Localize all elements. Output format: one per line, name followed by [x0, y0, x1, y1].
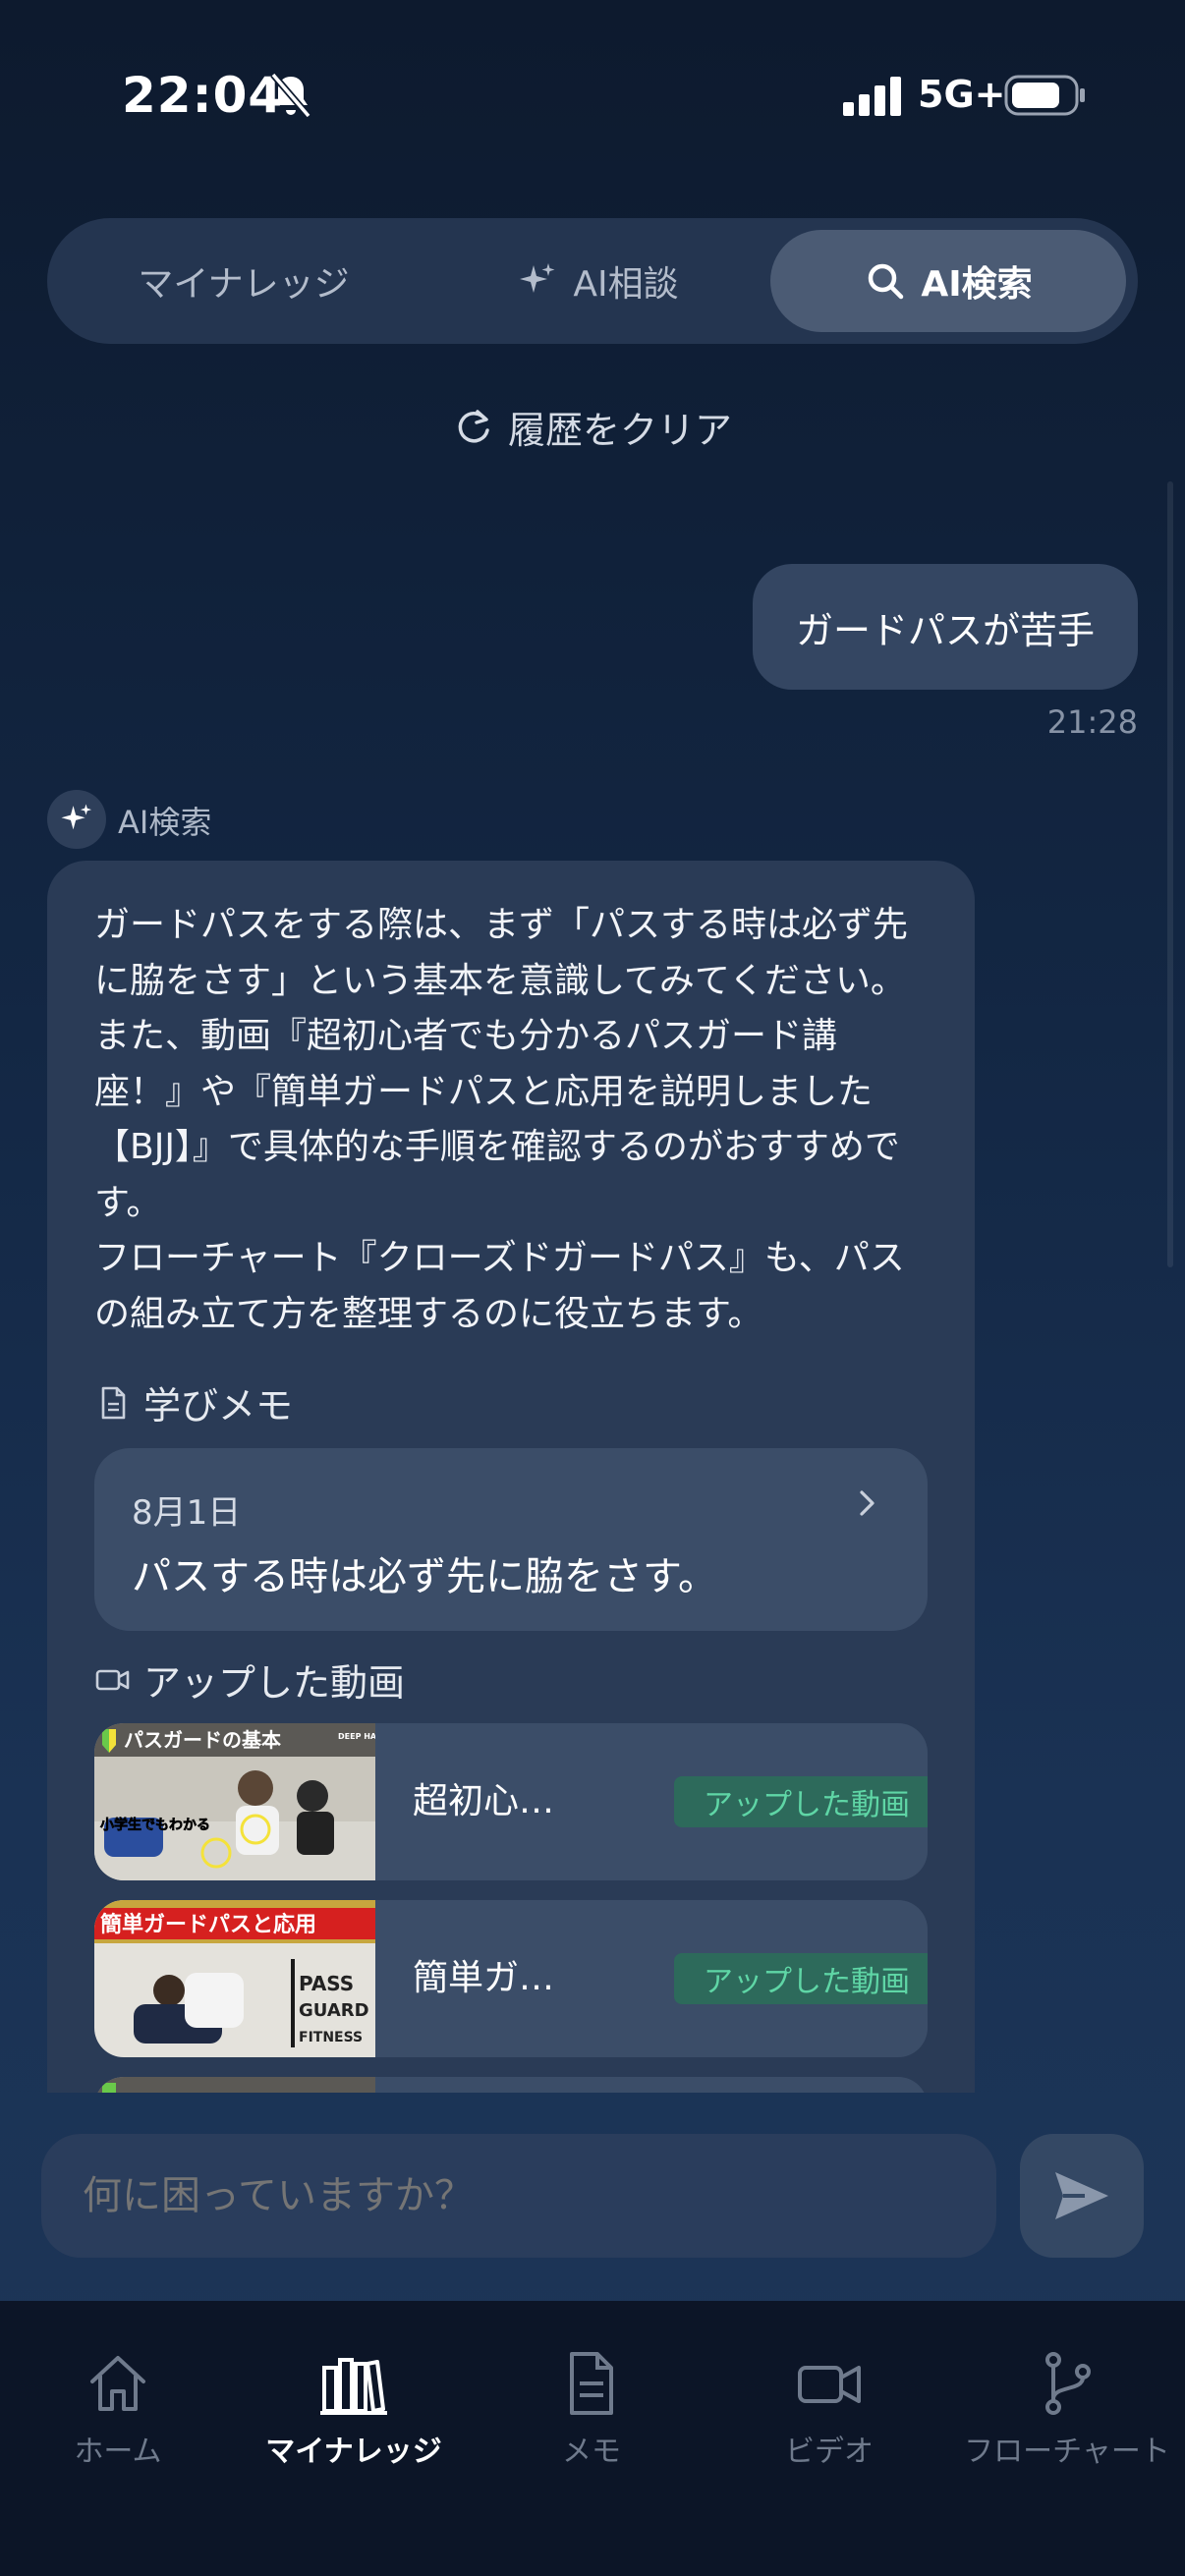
nav-item-flowchart[interactable]: フローチャート [949, 2348, 1185, 2470]
sparkle-icon [520, 263, 555, 293]
nav-item-my-knowledge[interactable]: マイナレッジ [236, 2348, 472, 2470]
tab-my-knowledge[interactable]: マイナレッジ [67, 230, 421, 332]
battery-icon [1004, 75, 1085, 116]
thumb-logo: DEEP HALF CLUB [338, 1732, 375, 1741]
video-icon [798, 2366, 861, 2403]
sparkle-icon [61, 804, 92, 830]
nav-label: マイナレッジ [265, 2435, 442, 2469]
ai-message-text: ガードパスをする際は、まず「パスする時は必ず先 に脇をさす」という基本を意識して… [94, 905, 909, 1334]
video-icon [95, 1669, 130, 1690]
clear-history-label: 履歴をクリア [507, 408, 732, 452]
tab-ai-search[interactable]: AI検索 [770, 230, 1126, 332]
question-input[interactable] [41, 2134, 996, 2258]
video-thumbnail: パスガードの基本 DEEP HALF CLUB 小学生でもわかる [94, 1723, 375, 1880]
nav-label: メモ [562, 2435, 621, 2469]
user-message-text: ガードパスが苦手 [795, 608, 1095, 652]
memo-date: 8月1日 [132, 1493, 242, 1533]
search-icon [869, 263, 904, 300]
tab-ai-consult[interactable]: AI相談 [421, 230, 774, 332]
svg-text:PASS: PASS [299, 1972, 354, 1995]
nav-label: フローチャート [964, 2435, 1170, 2469]
home-icon [90, 2356, 145, 2411]
thumb-subtitle: 小学生でもわかる [100, 1817, 210, 1833]
ai-message-card: ガードパスをする際は、まず「パスする時は必ず先 に脇をさす」という基本を意識して… [47, 861, 975, 2093]
user-message-time: 21:28 [1046, 703, 1138, 741]
nav-item-video[interactable]: ビデオ [711, 2348, 947, 2470]
nav-item-memo[interactable]: メモ [474, 2348, 709, 2470]
video-heading-label: アップした動画 [143, 1661, 406, 1705]
nav-item-home[interactable]: ホーム [0, 2348, 236, 2470]
ai-sender-name: AI検索 [118, 804, 212, 841]
memo-section-heading: 学びメモ [94, 1375, 293, 1429]
bell-muted-icon [270, 72, 311, 119]
video-list-item[interactable] [94, 2077, 928, 2093]
video-thumbnail: 簡単ガードパスと応用 PASS GUARD FITNESS [94, 1900, 375, 2057]
video-title: 簡単ガ… [413, 1958, 555, 1998]
memo-icon [570, 2352, 613, 2415]
refresh-icon [458, 410, 489, 443]
tab-label: AI相談 [573, 264, 679, 305]
bottom-nav: ホーム マイナレッジ メモ ビデオ フローチャート [0, 2301, 1185, 2576]
document-icon [101, 1386, 126, 1419]
svg-text:FITNESS: FITNESS [299, 2030, 363, 2045]
mode-segment-control: マイナレッジ AI相談 AI検索 [47, 218, 1138, 344]
video-thumbnail [94, 2077, 375, 2093]
video-list-item[interactable]: パスガードの基本 DEEP HALF CLUB 小学生でもわかる 超初心… アッ… [94, 1723, 928, 1880]
user-message-bubble: ガードパスが苦手 [753, 564, 1138, 690]
library-icon [320, 2358, 387, 2415]
memo-heading-label: 学びメモ [143, 1384, 294, 1428]
video-title: 超初心… [413, 1781, 555, 1821]
ai-avatar [47, 790, 106, 849]
memo-card[interactable]: 8月1日 パスする時は必ず先に脇をさす。 [94, 1448, 928, 1631]
video-badge: アップした動画 [674, 1953, 928, 2004]
thumb-caption: 簡単ガードパスと応用 [100, 1912, 316, 1937]
scroll-indicator[interactable] [1167, 481, 1173, 1267]
video-list-item[interactable]: 簡単ガードパスと応用 PASS GUARD FITNESS 簡単ガ… アップした… [94, 1900, 928, 2057]
video-section-heading: アップした動画 [94, 1652, 405, 1707]
status-time: 22:04 [122, 67, 284, 124]
nav-label: ビデオ [785, 2435, 874, 2469]
nav-label: ホーム [74, 2435, 162, 2469]
branch-icon [1045, 2352, 1091, 2415]
video-badge: アップした動画 [674, 1776, 928, 1827]
chevron-right-icon [860, 1490, 875, 1516]
send-icon [1055, 2172, 1108, 2219]
signal-icon [843, 77, 901, 116]
clear-history-button[interactable]: 履歴をクリア [0, 397, 1185, 456]
tab-label: AI検索 [921, 264, 1033, 305]
status-bar: 22:04 5G+ [0, 0, 1185, 196]
network-label: 5G+ [918, 73, 1006, 116]
svg-text:GUARD: GUARD [299, 2000, 369, 2021]
thumb-caption: パスガードの基本 [124, 1728, 281, 1752]
tab-label: マイナレッジ [138, 264, 350, 305]
send-button[interactable] [1020, 2134, 1144, 2258]
memo-text: パスする時は必ず先に脇をさす。 [132, 1554, 717, 1599]
